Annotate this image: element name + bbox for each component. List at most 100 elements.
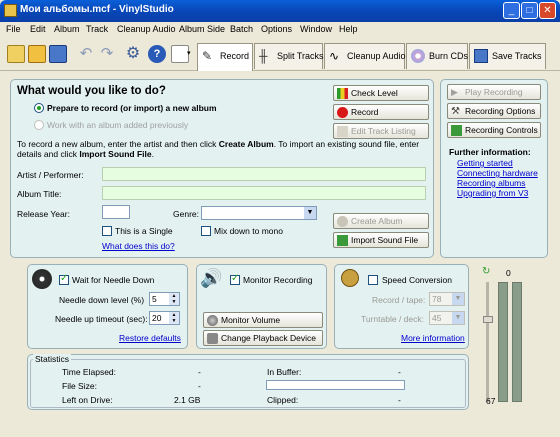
import-sound-file-button[interactable]: Import Sound File: [333, 232, 429, 248]
record-tape-dropdown[interactable]: 78 ▼: [429, 292, 465, 306]
stepper-down-icon[interactable]: ▼: [169, 299, 179, 305]
tab-split-tracks[interactable]: ╫ Split Tracks: [254, 43, 324, 69]
release-year-field[interactable]: [102, 205, 130, 219]
tab-save-tracks[interactable]: Save Tracks: [469, 43, 546, 69]
record-button[interactable]: Record: [333, 104, 429, 120]
recording-options-button[interactable]: ⚒ Recording Options: [447, 103, 541, 119]
monitor-volume-button[interactable]: Monitor Volume: [203, 312, 323, 328]
redo-icon[interactable]: ↷: [98, 45, 116, 63]
single-checkbox[interactable]: [102, 226, 112, 236]
waveform-icon: ∿: [329, 49, 340, 63]
left-on-drive-value: 2.1 GB: [174, 395, 201, 405]
wait-needle-label: Wait for Needle Down: [72, 275, 155, 285]
genre-label: Genre:: [173, 209, 199, 219]
menu-batch[interactable]: Batch: [230, 24, 253, 34]
single-label: This is a Single: [115, 226, 173, 236]
meter-slider-track: [486, 282, 489, 402]
monitor-recording-label: Monitor Recording: [243, 275, 313, 285]
release-year-label: Release Year:: [17, 209, 70, 219]
app-icon: [4, 4, 17, 17]
turntable-deck-dropdown[interactable]: 45 ▼: [429, 311, 465, 325]
meter-left-channel: [498, 282, 508, 402]
minimize-button[interactable]: _: [503, 2, 520, 19]
instructions-text: To record a new album, enter the artist …: [17, 139, 420, 159]
undo-icon[interactable]: ↶: [77, 45, 95, 63]
tab-cleanup-audio[interactable]: ∿ Cleanup Audio: [324, 43, 406, 69]
speed-conversion-checkbox[interactable]: [368, 275, 378, 285]
mixdown-checkbox[interactable]: [201, 226, 211, 236]
tab-burn-cds[interactable]: Burn CDs: [406, 43, 468, 69]
what-does-this-do-link[interactable]: What does this do?: [102, 241, 175, 251]
more-information-link[interactable]: More information: [401, 333, 465, 343]
wait-needle-checkbox[interactable]: [59, 273, 69, 285]
existing-album-radio[interactable]: [34, 120, 44, 130]
cd-icon: [411, 49, 425, 63]
further-info-heading: Further information:: [449, 147, 531, 157]
split-icon: ╫: [259, 49, 268, 63]
menu-window[interactable]: Window: [300, 24, 332, 34]
file-size-value: -: [198, 381, 201, 391]
album-title-field[interactable]: [102, 186, 426, 200]
close-button[interactable]: ✕: [539, 2, 556, 19]
refresh-icon[interactable]: ↻: [482, 266, 490, 277]
title-bar: Мои альбомы.mcf - VinylStudio _ □ ✕: [0, 0, 560, 22]
time-elapsed-value: -: [198, 367, 201, 377]
needle-level-stepper[interactable]: 5 ▲ ▼: [149, 292, 180, 306]
statistics-legend: Statistics: [33, 354, 72, 364]
prepare-radio[interactable]: [34, 103, 44, 113]
speed-panel: Speed Conversion Record / tape: 78 ▼ Tur…: [334, 264, 469, 349]
menu-album[interactable]: Album: [54, 24, 80, 34]
edit-track-listing-button[interactable]: Edit Track Listing: [333, 123, 429, 139]
new-album-icon[interactable]: [7, 45, 25, 63]
needle-level-label: Needle down level (%): [59, 295, 145, 305]
recording-controls-button[interactable]: Recording Controls: [447, 122, 541, 138]
settings-icon[interactable]: ⚙: [124, 45, 142, 63]
menu-track[interactable]: Track: [86, 24, 108, 34]
link-getting-started[interactable]: Getting started: [457, 158, 513, 168]
time-elapsed-label: Time Elapsed:: [62, 367, 117, 377]
chevron-down-icon[interactable]: ▾: [187, 49, 191, 57]
save-icon[interactable]: [49, 45, 67, 63]
link-upgrading[interactable]: Upgrading from V3: [457, 188, 528, 198]
create-album-icon: [337, 216, 348, 227]
wrench-icon: ⚒: [451, 106, 460, 117]
create-album-button[interactable]: Create Album: [333, 213, 429, 229]
link-connecting-hardware[interactable]: Connecting hardware: [457, 168, 538, 178]
speaker-icon: 🔊: [200, 268, 223, 288]
meter-slider-handle[interactable]: [483, 316, 493, 323]
menu-edit[interactable]: Edit: [30, 24, 46, 34]
help-icon[interactable]: ?: [148, 45, 166, 63]
level-meter-area: ↻ 0 67: [480, 264, 524, 410]
artist-field[interactable]: [102, 167, 426, 181]
record-tape-label: Record / tape:: [372, 295, 426, 305]
controls-icon: [451, 125, 462, 136]
genre-dropdown[interactable]: ▼: [201, 206, 317, 220]
change-playback-device-button[interactable]: Change Playback Device: [203, 330, 323, 346]
maximize-button[interactable]: □: [521, 2, 538, 19]
check-level-button[interactable]: Check Level: [333, 85, 429, 101]
needle-timeout-stepper[interactable]: 20 ▲ ▼: [149, 311, 180, 325]
menu-cleanup-audio[interactable]: Cleanup Audio: [117, 24, 176, 34]
left-on-drive-label: Left on Drive:: [62, 395, 113, 405]
page-title: What would you like to do?: [17, 85, 166, 97]
menu-help[interactable]: Help: [339, 24, 358, 34]
album-title-label: Album Title:: [17, 189, 62, 199]
menu-album-side[interactable]: Album Side: [179, 24, 225, 34]
window-title: Мои альбомы.mcf - VinylStudio: [20, 4, 174, 15]
menu-options[interactable]: Options: [261, 24, 292, 34]
level-icon: [337, 88, 348, 99]
monitor-panel: 🔊 Monitor Recording Monitor Volume Chang…: [196, 264, 327, 349]
buffer-progress-bar: [266, 380, 405, 390]
monitor-recording-checkbox[interactable]: [230, 273, 240, 285]
restore-defaults-link[interactable]: Restore defaults: [119, 333, 181, 343]
needle-timeout-label: Needle up timeout (sec):: [55, 314, 148, 324]
play-recording-button[interactable]: ▶ Play Recording: [447, 84, 541, 100]
prepare-radio-label: Prepare to record (or import) a new albu…: [47, 103, 217, 113]
stepper-down-icon[interactable]: ▼: [169, 318, 179, 324]
menu-file[interactable]: File: [6, 24, 21, 34]
tab-record[interactable]: ✎ Record: [197, 43, 253, 71]
clipped-label: Clipped:: [267, 395, 299, 405]
link-recording-albums[interactable]: Recording albums: [457, 178, 526, 188]
open-folder-icon[interactable]: [28, 45, 46, 63]
edit-list-icon: [337, 126, 348, 137]
